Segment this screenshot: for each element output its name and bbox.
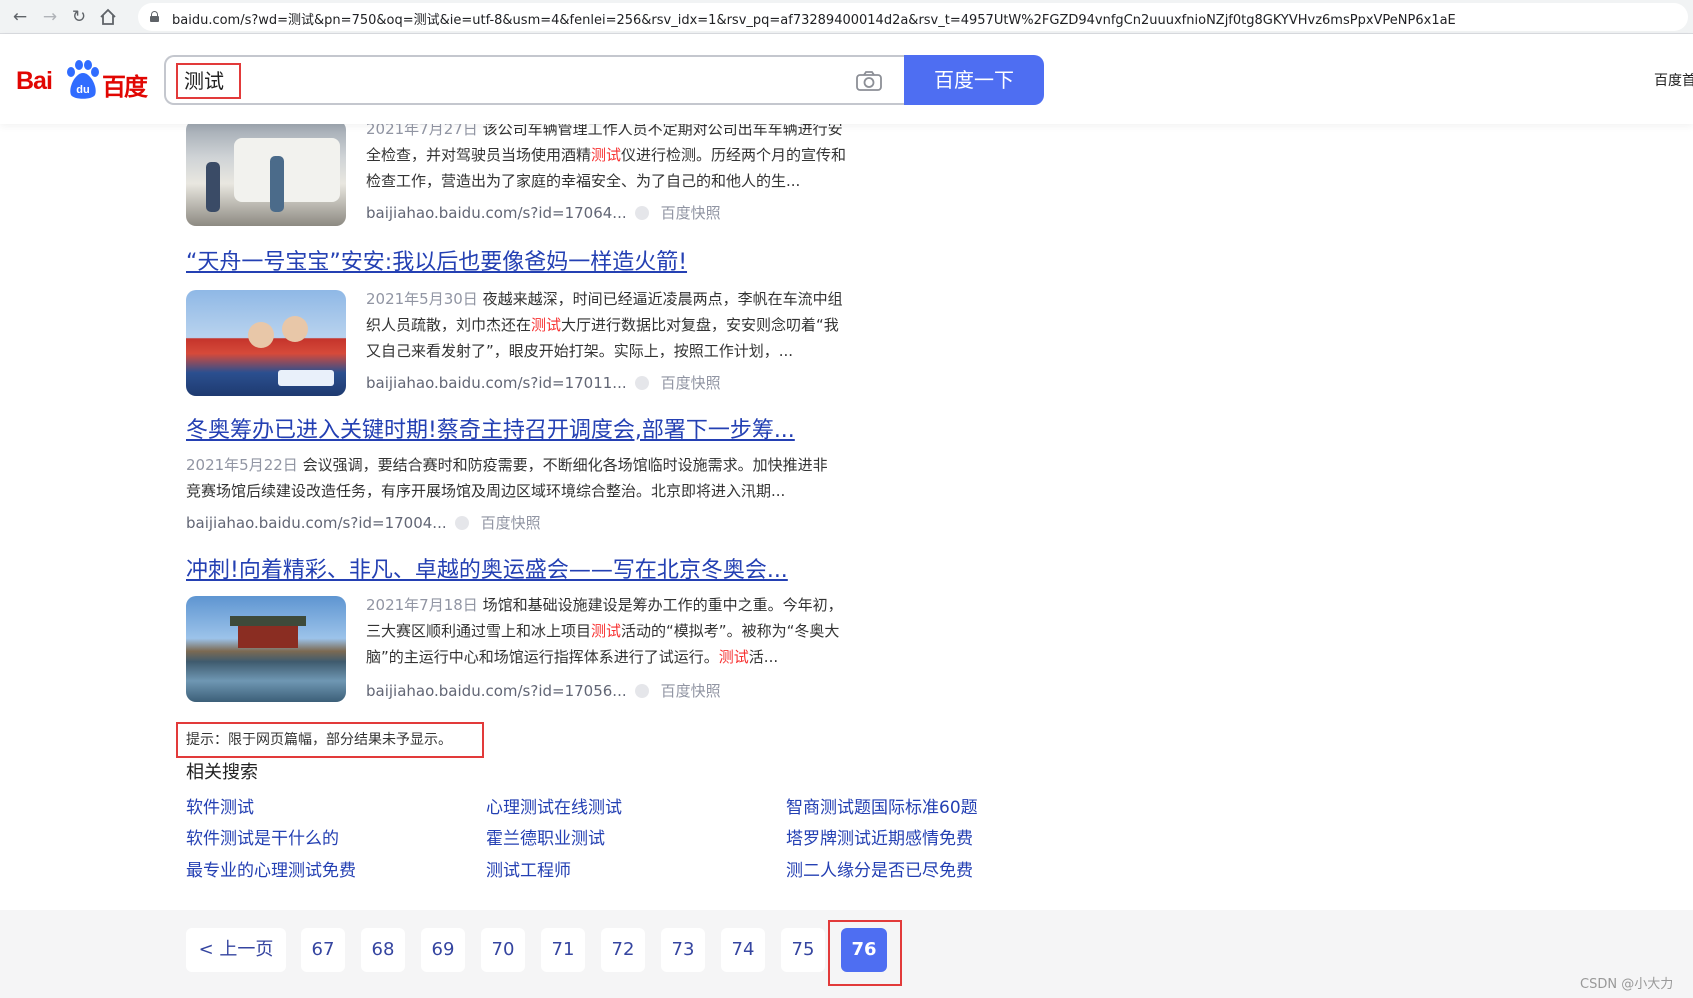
related-search-link[interactable]: 测二人缘分是否已尽免费: [786, 856, 973, 881]
related-search-title: 相关搜索: [186, 762, 258, 783]
snapshot-link[interactable]: 百度快照: [661, 682, 721, 700]
search-result: 冲刺!向着精彩、非凡、卓越的奥运盛会——写在北京冬奥会... 2021年7月18…: [186, 556, 906, 706]
search-result: 2021年7月27日 该公司车辆管理工作人员不定期对公司出车车辆进行安 全检查，…: [186, 120, 906, 230]
shield-icon: [454, 516, 469, 530]
snapshot-link[interactable]: 百度快照: [661, 204, 721, 222]
result-url[interactable]: baijiahao.baidu.com/s?id=17064... 百度快照: [366, 202, 721, 223]
baidu-header: Bai du 百度 测试 百度一下 百度首: [0, 34, 1693, 124]
search-result: 冬奥筹办已进入关键时期!蔡奇主持召开调度会,部署下一步筹... 2021年5月2…: [186, 416, 906, 536]
paw-logo-icon: du: [67, 60, 99, 99]
camera-icon[interactable]: [856, 71, 882, 91]
result-thumbnail[interactable]: [186, 290, 346, 396]
forward-arrow-icon[interactable]: →: [38, 5, 62, 29]
reload-icon[interactable]: ↻: [67, 5, 91, 29]
logo-du-text: du: [76, 84, 89, 96]
related-search-link[interactable]: 测试工程师: [486, 856, 571, 881]
result-snippet: 2021年7月27日 该公司车辆管理工作人员不定期对公司出车车辆进行安 全检查，…: [366, 120, 847, 190]
related-search-link[interactable]: 软件测试: [186, 793, 254, 818]
page-link[interactable]: 72: [601, 928, 645, 972]
related-search-link[interactable]: 最专业的心理测试免费: [186, 856, 356, 881]
results-hint: 提示：限于网页篇幅，部分结果未予显示。: [176, 722, 484, 758]
result-url[interactable]: baijiahao.baidu.com/s?id=17056... 百度快照: [366, 680, 721, 701]
result-thumbnail[interactable]: [186, 596, 346, 702]
search-button[interactable]: 百度一下: [904, 55, 1044, 105]
search-input[interactable]: 测试: [176, 63, 241, 99]
related-search-link[interactable]: 心理测试在线测试: [486, 793, 622, 818]
page-link[interactable]: 69: [421, 928, 465, 972]
result-snippet: 2021年7月18日 场馆和基础设施建设是筹办工作的重中之重。今年初， 三大赛区…: [366, 596, 843, 666]
related-search-link[interactable]: 塔罗牌测试近期感情免费: [786, 824, 973, 849]
prev-page-button[interactable]: < 上一页: [186, 928, 286, 972]
logo-bai: Bai: [16, 67, 53, 95]
page-link[interactable]: 74: [721, 928, 765, 972]
header-right-link[interactable]: 百度首: [1654, 70, 1693, 90]
back-arrow-icon[interactable]: ←: [8, 5, 32, 29]
result-url[interactable]: baijiahao.baidu.com/s?id=17004... 百度快照: [186, 512, 541, 533]
search-result: “天舟一号宝宝”安安:我以后也要像爸妈一样造火箭! 2021年5月30日 夜越来…: [186, 248, 906, 398]
related-search-link[interactable]: 霍兰德职业测试: [486, 824, 605, 849]
page-link[interactable]: 67: [301, 928, 345, 972]
result-title[interactable]: 冬奥筹办已进入关键时期!蔡奇主持召开调度会,部署下一步筹...: [186, 416, 906, 446]
page-link[interactable]: 70: [481, 928, 525, 972]
shield-icon: [634, 206, 649, 220]
snapshot-link[interactable]: 百度快照: [661, 374, 721, 392]
result-snippet: 2021年5月22日 会议强调，要结合赛时和防疫需要，不断细化各场馆临时设施需求…: [186, 456, 828, 500]
page-link[interactable]: 73: [661, 928, 705, 972]
result-snippet: 2021年5月30日 夜越来越深，时间已经逼近凌晨两点，李帆在车流中组 织人员疏…: [366, 290, 843, 360]
result-thumbnail[interactable]: [186, 120, 346, 226]
result-url[interactable]: baijiahao.baidu.com/s?id=17011... 百度快照: [366, 372, 721, 393]
result-title[interactable]: 冲刺!向着精彩、非凡、卓越的奥运盛会——写在北京冬奥会...: [186, 556, 906, 586]
result-title[interactable]: “天舟一号宝宝”安安:我以后也要像爸妈一样造火箭!: [186, 248, 906, 278]
shield-icon: [634, 376, 649, 390]
browser-toolbar: ← → ↻ baidu.com/s?wd=测试&pn=750&oq=测试&ie=…: [0, 0, 1693, 34]
logo-chinese: 百度: [102, 73, 148, 101]
lock-icon: [150, 11, 159, 22]
related-search-link[interactable]: 软件测试是干什么的: [186, 824, 339, 849]
address-bar[interactable]: baidu.com/s?wd=测试&pn=750&oq=测试&ie=utf-8&…: [138, 3, 1688, 31]
related-search-link[interactable]: 智商测试题国际标准60题: [786, 793, 978, 818]
snapshot-link[interactable]: 百度快照: [481, 514, 541, 532]
watermark: CSDN @小大力: [1580, 977, 1674, 992]
home-icon[interactable]: [96, 5, 120, 29]
url-text: baidu.com/s?wd=测试&pn=750&oq=测试&ie=utf-8&…: [172, 13, 1456, 28]
page-link[interactable]: 75: [781, 928, 825, 972]
shield-icon: [634, 684, 649, 698]
page-link[interactable]: 68: [361, 928, 405, 972]
annotation-highlight-box: [828, 920, 902, 986]
baidu-logo[interactable]: Bai du 百度: [16, 60, 148, 101]
search-box[interactable]: 测试: [164, 55, 904, 105]
page-link[interactable]: 71: [541, 928, 585, 972]
